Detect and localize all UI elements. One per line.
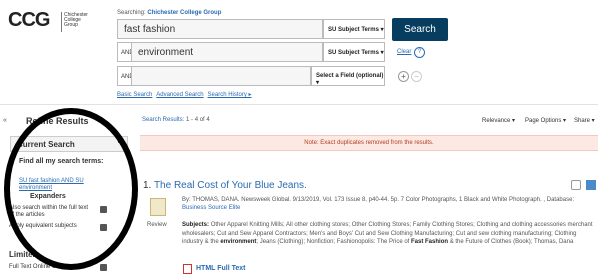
remove-row-icon[interactable]: − bbox=[411, 71, 422, 82]
html-fulltext-icon bbox=[183, 264, 192, 274]
collapse-sidebar-icon[interactable]: « bbox=[3, 117, 7, 124]
database-name-link[interactable]: Business Source Elite bbox=[182, 205, 240, 211]
logo-text: CCG bbox=[8, 9, 50, 31]
result-number: 1. bbox=[143, 180, 152, 191]
result-meta-text: By: THOMAS, DANA. Newsweek Global. 9/13/… bbox=[182, 197, 575, 203]
limiter-fulltext: Full Text Online Only bbox=[9, 264, 65, 270]
help-icon[interactable]: ? bbox=[414, 47, 425, 58]
expander-equivalent-checkbox[interactable] bbox=[100, 224, 107, 231]
share-dropdown[interactable]: Share ▾ bbox=[574, 117, 595, 124]
searching-prefix: Searching: bbox=[117, 10, 146, 16]
ccg-logo: CCG Chichester College Group bbox=[8, 9, 96, 37]
current-search-header[interactable]: Current Search ˅ bbox=[10, 136, 128, 152]
current-query-link[interactable]: SU fast fashion AND SU environment bbox=[19, 178, 109, 192]
result-meta: By: THOMAS, DANA. Newsweek Global. 9/13/… bbox=[182, 196, 598, 212]
preview-icon[interactable] bbox=[571, 180, 581, 190]
results-count-label: Search Results: bbox=[142, 117, 185, 123]
expander-fulltext: Also search within the full text of the … bbox=[9, 205, 89, 218]
subjects-em: environment bbox=[220, 239, 257, 245]
expanders-title: Expanders bbox=[30, 193, 66, 200]
logo-divider bbox=[61, 12, 62, 32]
searching-label: Searching: Chichester College Group bbox=[117, 10, 221, 16]
find-all-terms-label: Find all my search terms: bbox=[19, 158, 104, 165]
results-count: Search Results: 1 - 4 of 4 bbox=[142, 117, 210, 123]
result-title-link[interactable]: The Real Cost of Your Blue Jeans. bbox=[154, 180, 307, 191]
chevron-down-icon: ˅ bbox=[116, 139, 121, 146]
logo-subtitle: Chichester College Group bbox=[64, 12, 88, 29]
result-subjects: Subjects: Other Apparel Knitting Mills; … bbox=[182, 221, 598, 247]
relevance-dropdown[interactable]: Relevance ▾ bbox=[482, 117, 515, 124]
search-button[interactable]: Search bbox=[392, 18, 448, 41]
field-select-1[interactable]: SU Subject Terms ▾ bbox=[323, 19, 385, 39]
subjects-label: Subjects: bbox=[182, 222, 210, 228]
clear-link[interactable]: Clear bbox=[397, 49, 411, 55]
review-label: Review bbox=[147, 222, 167, 228]
duplicates-notice: Note: Exact duplicates removed from the … bbox=[140, 135, 598, 151]
search-input-2[interactable] bbox=[132, 43, 322, 61]
limiters-title: Limiters bbox=[9, 250, 41, 259]
advanced-search-link[interactable]: Advanced Search bbox=[156, 92, 203, 98]
search-row-2-box[interactable] bbox=[131, 42, 323, 62]
results-count-value: 1 - 4 of 4 bbox=[186, 117, 210, 123]
folder-icon[interactable] bbox=[586, 180, 596, 190]
subjects-tail: ; Jeans (Clothing); Nonfiction; Fashiono… bbox=[256, 239, 410, 245]
search-row-1-box[interactable] bbox=[117, 19, 323, 39]
limiter-fulltext-checkbox[interactable] bbox=[100, 264, 107, 271]
search-links: Basic Search Advanced Search Search Hist… bbox=[117, 91, 252, 98]
expander-fulltext-checkbox[interactable] bbox=[100, 206, 107, 213]
refine-results-title: Refine Results bbox=[26, 116, 89, 126]
result-title: 1. The Real Cost of Your Blue Jeans. bbox=[143, 180, 307, 191]
search-input-1[interactable] bbox=[118, 20, 322, 38]
magazine-icon bbox=[150, 198, 166, 216]
subjects-ff: Fast Fashion bbox=[411, 239, 449, 245]
subjects-end: & the Future of Clothes (Book); Thomas, … bbox=[449, 239, 574, 245]
field-select-2[interactable]: SU Subject Terms ▾ bbox=[323, 42, 385, 62]
current-search-label: Current Search bbox=[17, 140, 75, 149]
basic-search-link[interactable]: Basic Search bbox=[117, 92, 152, 98]
database-link[interactable]: Chichester College Group bbox=[147, 10, 221, 16]
search-history-link[interactable]: Search History ▸ bbox=[208, 92, 252, 98]
page-options-dropdown[interactable]: Page Options ▾ bbox=[525, 117, 566, 124]
field-select-3[interactable]: Select a Field (optional) ▾ bbox=[311, 66, 385, 86]
search-row-3-box[interactable] bbox=[131, 66, 311, 86]
header-divider bbox=[0, 104, 598, 105]
expander-equivalent: Apply equivalent subjects bbox=[9, 223, 77, 229]
html-fulltext-link[interactable]: HTML Full Text bbox=[196, 265, 246, 272]
add-row-icon[interactable]: + bbox=[398, 71, 409, 82]
search-input-3[interactable] bbox=[132, 67, 310, 85]
